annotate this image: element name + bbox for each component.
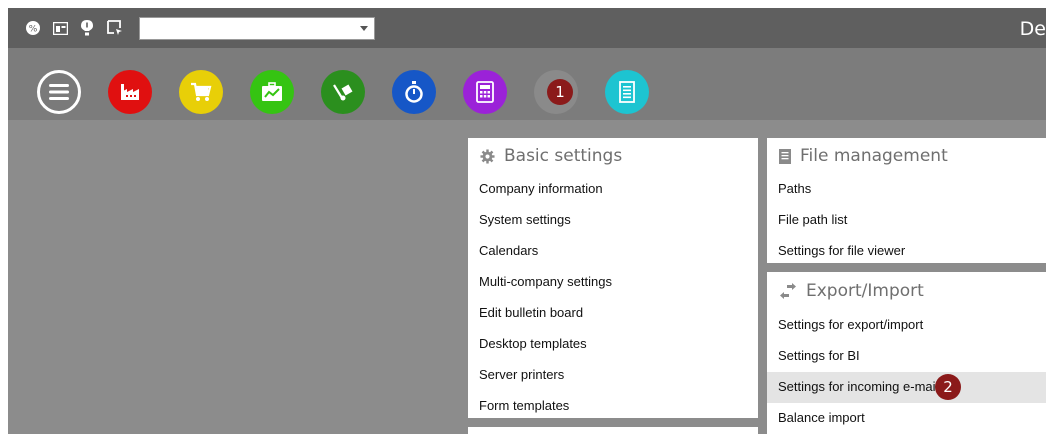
menu-item-company-information[interactable]: Company information <box>468 174 758 205</box>
menu-item-settings-for-incoming-email[interactable]: Settings for incoming e-mail 2 <box>767 372 1046 403</box>
logistics-button[interactable] <box>321 70 365 114</box>
hand-truck-icon <box>333 84 353 101</box>
menu-item-file-path-list[interactable]: File path list <box>767 205 1046 236</box>
stopwatch-icon <box>405 81 423 103</box>
step-badge-2: 2 <box>935 374 961 400</box>
export-import-title: Export/Import <box>806 281 924 301</box>
menu-item-settings-for-export-import[interactable]: Settings for export/import <box>767 310 1046 341</box>
step-badge-1: 1 <box>547 79 573 105</box>
file-management-panel: File management Paths File path list Set… <box>767 138 1046 263</box>
file-management-title: File management <box>800 146 948 166</box>
file-icon <box>779 148 791 164</box>
factory-icon <box>121 84 139 100</box>
menu-item-balance-import[interactable]: Balance import <box>767 403 1046 434</box>
menu-item-form-templates[interactable]: Form templates <box>468 391 758 422</box>
menu-item-multi-company-settings[interactable]: Multi-company settings <box>468 267 758 298</box>
documents-button[interactable] <box>605 70 649 114</box>
time-button[interactable] <box>392 70 436 114</box>
hamburger-icon <box>49 84 69 100</box>
percent-circle-icon[interactable]: % <box>24 19 42 37</box>
menu-item-desktop-templates[interactable]: Desktop templates <box>468 329 758 360</box>
pointer-screen-icon[interactable] <box>106 19 124 37</box>
chevron-down-icon <box>360 26 368 31</box>
menu-item-settings-for-file-viewer[interactable]: Settings for file viewer <box>767 236 1046 267</box>
cart-icon <box>191 82 212 101</box>
briefcase-chart-icon <box>262 82 282 101</box>
purchase-button[interactable] <box>179 70 223 114</box>
production-button[interactable] <box>108 70 152 114</box>
menu-item-edit-bulletin-board[interactable]: Edit bulletin board <box>468 298 758 329</box>
export-import-header: Export/Import <box>767 272 1046 310</box>
main-menu-button[interactable] <box>37 70 81 114</box>
alert-icon[interactable] <box>78 19 96 37</box>
export-import-panel: Export/Import Settings for export/import… <box>767 272 1046 434</box>
top-toolbar: % De <box>8 8 1046 48</box>
company-select[interactable] <box>139 17 375 40</box>
menu-item-settings-for-bi[interactable]: Settings for BI <box>767 341 1046 372</box>
application-window: % De 1 Basic settings Company informatio… <box>8 8 1046 434</box>
file-management-header: File management <box>767 138 1046 174</box>
lower-panel-edge <box>468 427 758 434</box>
user-label: De <box>1019 18 1046 40</box>
calculator-icon <box>476 81 494 103</box>
transfer-arrows-icon <box>780 283 796 299</box>
menu-item-server-printers[interactable]: Server printers <box>468 360 758 391</box>
sales-button[interactable] <box>250 70 294 114</box>
menu-item-calendars[interactable]: Calendars <box>468 236 758 267</box>
menu-item-paths[interactable]: Paths <box>767 174 1046 205</box>
document-icon <box>619 81 635 103</box>
finance-button[interactable] <box>463 70 507 114</box>
basic-settings-panel: Basic settings Company information Syste… <box>468 138 758 418</box>
gear-icon <box>480 148 495 164</box>
module-ribbon: 1 <box>8 48 1046 120</box>
basic-settings-title: Basic settings <box>504 146 623 166</box>
window-icon[interactable] <box>51 19 69 37</box>
basic-settings-header: Basic settings <box>468 138 758 174</box>
menu-item-label: Settings for incoming e-mail <box>778 379 939 394</box>
menu-item-system-settings[interactable]: System settings <box>468 205 758 236</box>
svg-text:%: % <box>29 25 38 35</box>
